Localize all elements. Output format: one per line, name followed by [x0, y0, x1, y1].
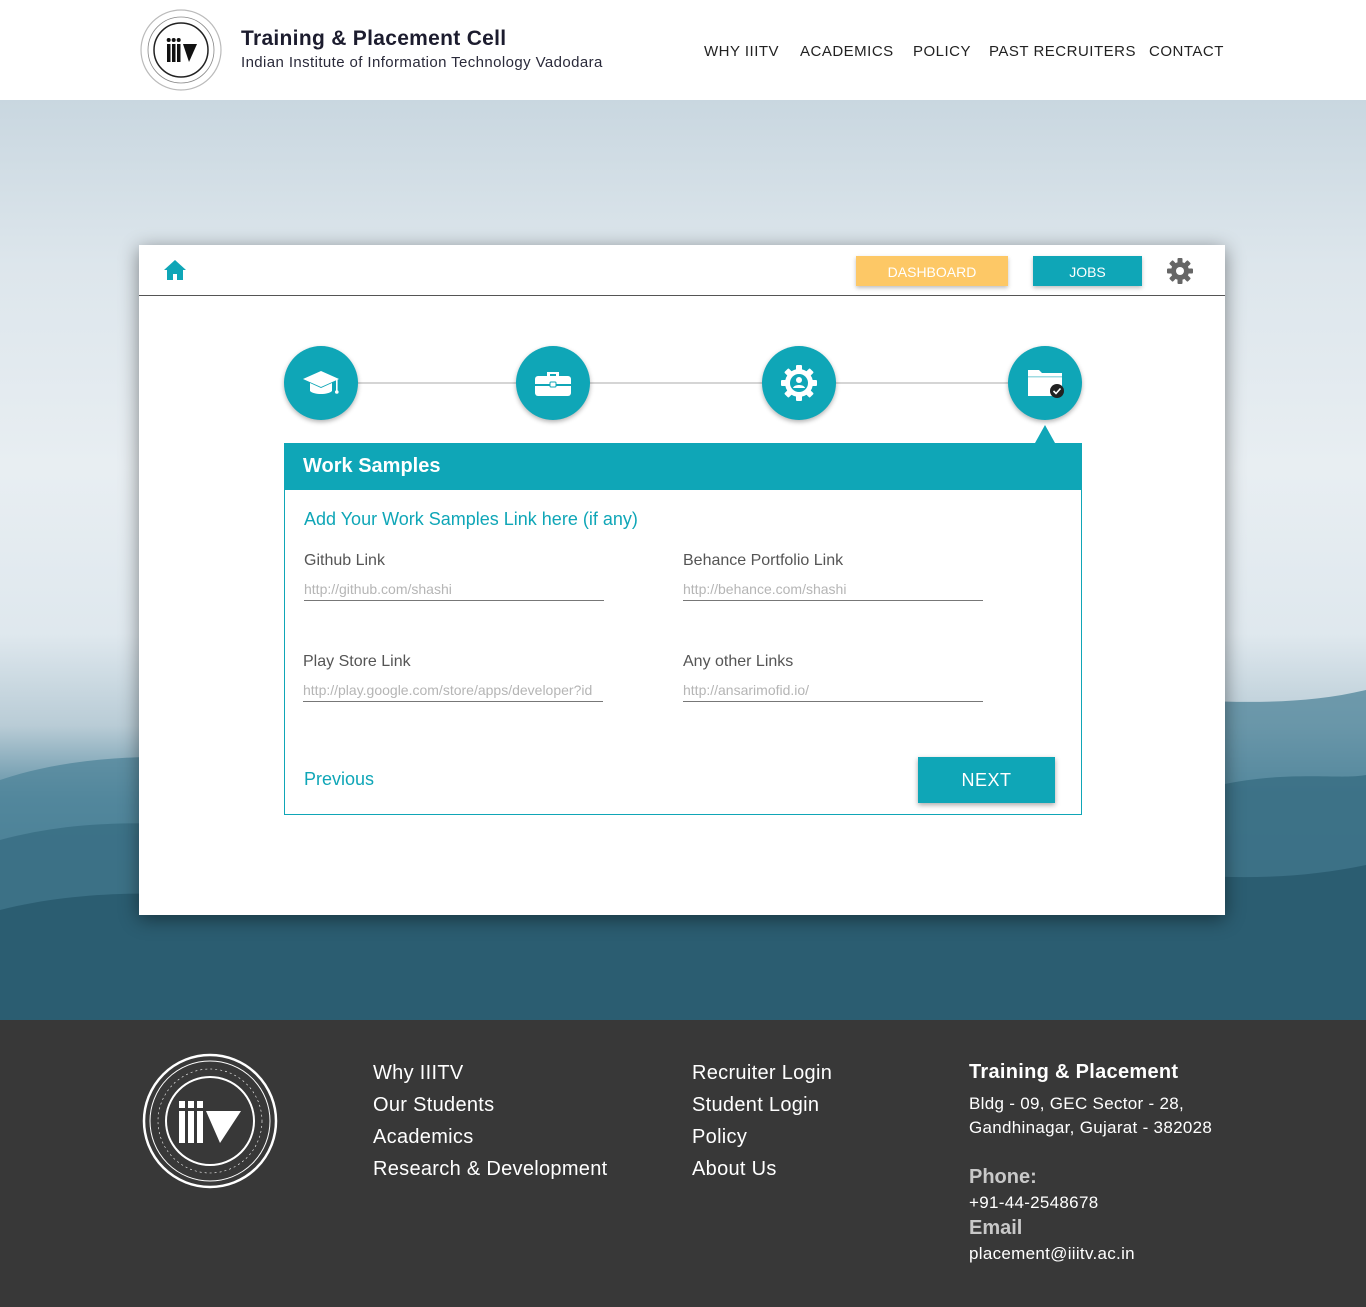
footer-address-line1: Bldg - 09, GEC Sector - 28, [969, 1094, 1185, 1113]
footer-link-research[interactable]: Research & Development [373, 1158, 608, 1181]
nav-past-recruiters[interactable]: PAST RECRUITERS [989, 43, 1136, 60]
footer-link-student-login[interactable]: Student Login [692, 1094, 819, 1117]
footer-address-line2: Gandhinagar, Gujarat - 382028 [969, 1118, 1213, 1137]
panel-pointer [1035, 425, 1055, 443]
footer-link-about-us[interactable]: About Us [692, 1158, 777, 1181]
site-footer: Why IIITV Our Students Academics Researc… [0, 1020, 1366, 1307]
nav-contact[interactable]: CONTACT [1149, 43, 1224, 60]
github-input[interactable] [304, 579, 604, 601]
panel-title: Work Samples [303, 455, 441, 477]
next-button[interactable]: NEXT [918, 757, 1055, 803]
behance-label: Behance Portfolio Link [683, 552, 844, 569]
nav-academics[interactable]: ACADEMICS [800, 43, 894, 60]
brand-title: Training & Placement Cell [241, 27, 507, 50]
briefcase-icon [535, 372, 571, 396]
site-header: Training & Placement Cell Indian Institu… [0, 0, 1366, 100]
previous-button[interactable]: Previous [304, 769, 374, 790]
other-links-label: Any other Links [683, 653, 794, 670]
play-store-label: Play Store Link [303, 653, 411, 670]
stepper-track [358, 382, 1008, 384]
folder-check-icon [1028, 370, 1064, 398]
footer-link-recruiter-login[interactable]: Recruiter Login [692, 1062, 832, 1085]
brand-subtitle: Indian Institute of Information Technolo… [241, 54, 603, 71]
footer-email[interactable]: placement@iiitv.ac.in [969, 1244, 1135, 1264]
footer-link-policy[interactable]: Policy [692, 1126, 747, 1149]
institute-logo[interactable] [139, 8, 223, 92]
footer-contact-heading: Training & Placement [969, 1061, 1179, 1083]
footer-phone: +91-44-2548678 [969, 1193, 1099, 1212]
footer-link-why-iiitv[interactable]: Why IIITV [373, 1062, 463, 1085]
jobs-button[interactable]: JOBS [1033, 256, 1142, 286]
nav-policy[interactable]: POLICY [913, 43, 971, 60]
nav-why-iiitv[interactable]: WHY IIITV [704, 43, 779, 60]
step-skills[interactable] [762, 346, 836, 420]
home-icon[interactable] [163, 259, 187, 281]
dashboard-button[interactable]: DASHBOARD [856, 256, 1008, 286]
work-samples-panel: Work Samples Add Your Work Samples Link … [284, 443, 1082, 815]
other-links-input[interactable] [683, 680, 983, 702]
step-experience[interactable] [516, 346, 590, 420]
behance-input[interactable] [683, 579, 983, 601]
card-toolbar: DASHBOARD JOBS [139, 245, 1225, 296]
main-card: DASHBOARD JOBS Work Samples Add Your Wor… [139, 245, 1225, 915]
graduation-cap-icon [303, 371, 339, 394]
footer-link-our-students[interactable]: Our Students [373, 1094, 494, 1117]
panel-header: Work Samples [284, 443, 1082, 490]
play-store-input[interactable] [303, 680, 603, 702]
step-work-samples[interactable] [1008, 346, 1082, 420]
step-education[interactable] [284, 346, 358, 420]
footer-phone-label: Phone: [969, 1166, 1037, 1188]
panel-subtitle: Add Your Work Samples Link here (if any) [304, 509, 638, 529]
user-gear-icon [781, 365, 817, 401]
footer-logo[interactable] [142, 1053, 278, 1189]
footer-link-academics[interactable]: Academics [373, 1126, 474, 1149]
gear-icon[interactable] [1166, 257, 1194, 285]
github-label: Github Link [304, 552, 385, 569]
footer-email-label: Email [969, 1217, 1023, 1239]
